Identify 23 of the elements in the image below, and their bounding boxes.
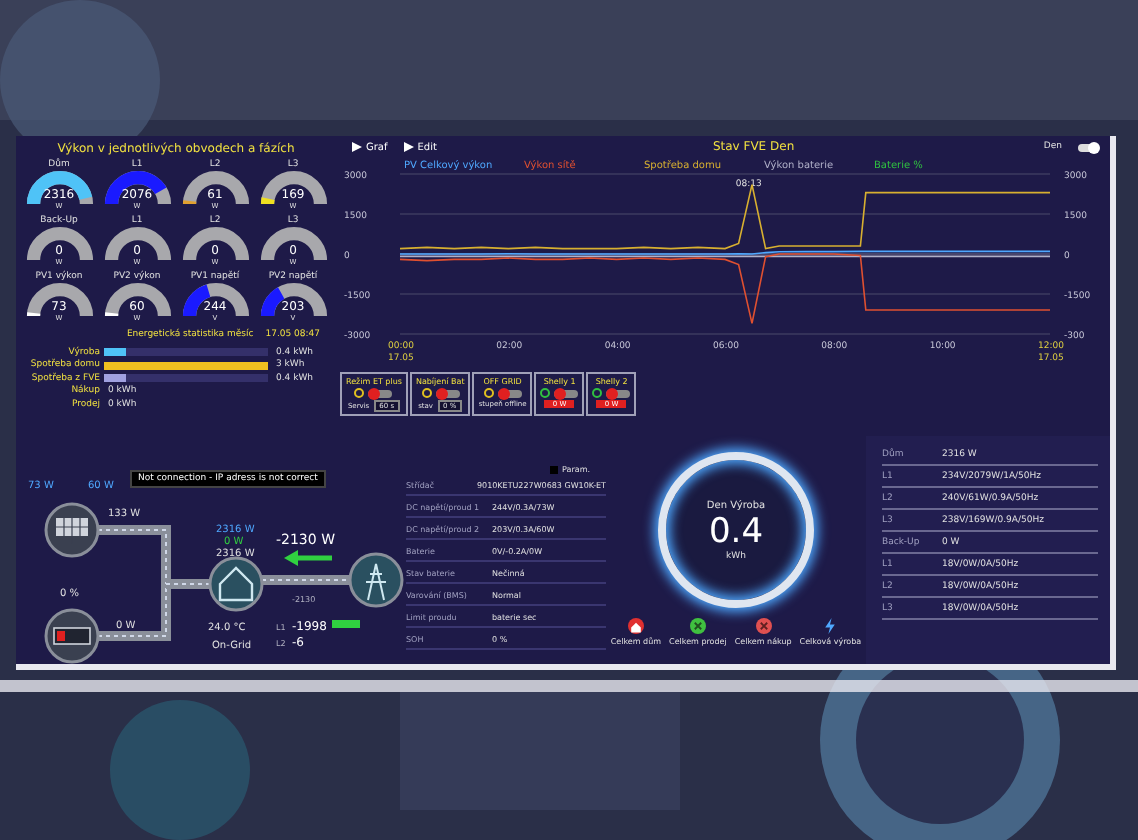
house-icon [627, 618, 644, 634]
bolt-icon [822, 618, 839, 634]
toggle-switch[interactable] [1078, 143, 1098, 151]
arrow-icon [284, 550, 332, 566]
param-icon [550, 465, 559, 473]
dial-value: 0.4 [708, 511, 764, 551]
play-icon [352, 142, 362, 152]
toggle-switch[interactable] [435, 389, 460, 397]
toggle-switch[interactable] [368, 389, 393, 397]
gauge-dial [25, 226, 93, 264]
grid-status-bar [332, 620, 360, 628]
pipe [261, 575, 351, 585]
house-icon [208, 556, 264, 612]
gauge-dial [103, 226, 171, 264]
toggle-switch[interactable] [606, 389, 631, 397]
pylon-icon [348, 552, 404, 608]
gauge-dial [259, 226, 327, 264]
battery-icon [44, 608, 100, 664]
toggle-switch[interactable] [554, 389, 579, 397]
solar-panel-icon [44, 502, 100, 558]
toggle-switch[interactable] [497, 389, 522, 397]
play-icon [403, 142, 414, 152]
gauge-dial [181, 226, 249, 264]
